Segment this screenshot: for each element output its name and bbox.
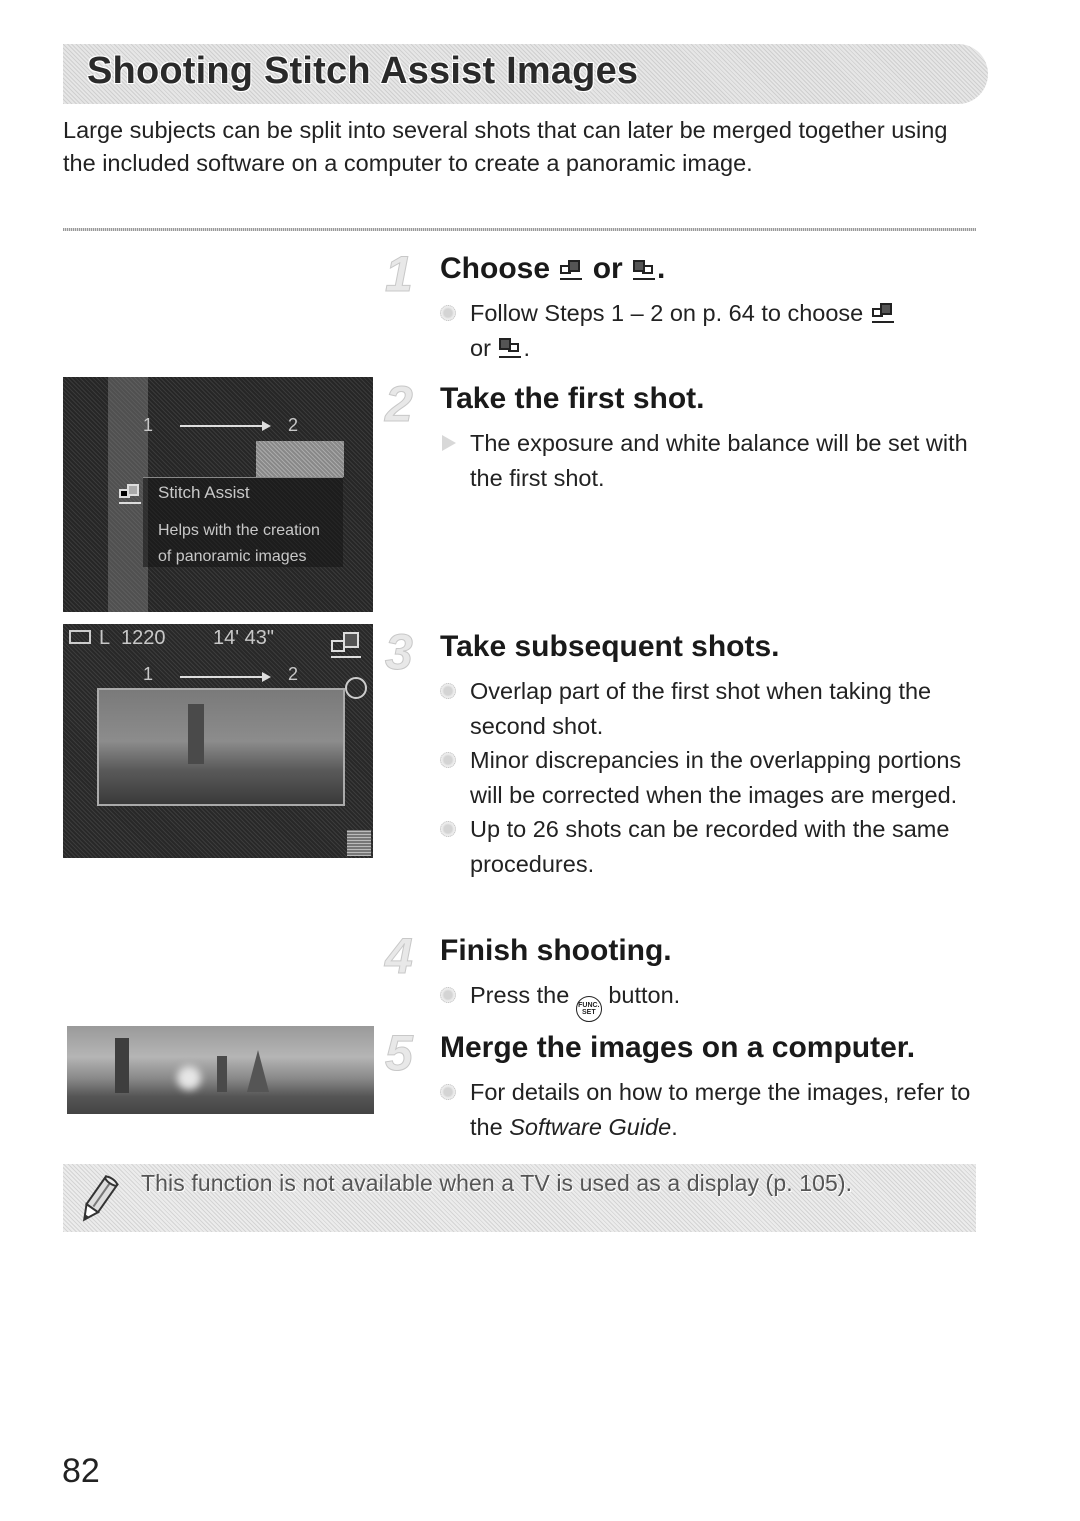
step-title-text: Choose — [440, 252, 551, 285]
result-triangle-icon — [442, 435, 456, 451]
camera-screen-stitch-menu: 1 2 Stitch Assist Helps with the creatio… — [63, 377, 373, 612]
intro-paragraph: Large subjects can be split into several… — [63, 117, 948, 176]
note-box: This function is not available when a TV… — [63, 1164, 976, 1232]
bullet-text: button. — [608, 982, 681, 1008]
panorama-spire — [247, 1050, 269, 1092]
step-2: 2 Take the first shot. The exposure and … — [385, 378, 985, 498]
direction-from: 1 — [143, 415, 154, 435]
section-title-banner: Shooting Stitch Assist Images — [63, 44, 988, 104]
bullet-text: Follow Steps 1 – 2 on p. 64 to choose — [470, 300, 864, 326]
bullet-circle-icon — [440, 752, 456, 768]
section-divider — [63, 228, 976, 231]
bullet-item: Minor discrepancies in the overlapping p… — [440, 743, 985, 812]
movie-time-remaining: 14' 43" — [213, 627, 274, 649]
step-number: 4 — [385, 928, 414, 984]
bullet-text: or — [470, 334, 491, 361]
menu-description-line1: Helps with the creation — [158, 522, 320, 539]
step-5: 5 Merge the images on a computer. For de… — [385, 1027, 985, 1157]
note-text: This function is not available when a TV… — [141, 1170, 853, 1196]
bullet-text: Press the — [470, 982, 570, 1008]
step-title-text: or — [592, 252, 623, 285]
panorama-building — [217, 1056, 227, 1092]
bullet-circle-icon — [440, 821, 456, 837]
step-title: Take subsequent shots. — [440, 630, 780, 663]
menu-description-line2: of panoramic images — [158, 548, 307, 565]
panorama-tower — [115, 1038, 129, 1093]
step-bullets: Overlap part of the first shot when taki… — [440, 674, 985, 881]
bullet-circle-icon — [440, 683, 456, 699]
step-number: 2 — [385, 376, 414, 432]
panorama-light — [177, 1066, 201, 1090]
preview-thumbnail — [256, 441, 344, 477]
software-guide-reference: Software Guide — [509, 1113, 672, 1140]
direction-to: 2 — [288, 664, 299, 684]
step-bullets: For details on how to merge the images, … — [440, 1075, 985, 1144]
bullet-circle-icon — [440, 987, 456, 1003]
direction-to: 2 — [288, 415, 299, 435]
step-title: Take the first shot. — [440, 382, 705, 415]
step-3: 3 Take subsequent shots. Overlap part of… — [385, 626, 985, 916]
direction-arrow-icon — [180, 676, 264, 678]
camera-screen-shooting: L 1220 14' 43" 1 2 — [63, 624, 373, 858]
step-4: 4 Finish shooting. Press the FUNC. SET bu… — [385, 928, 985, 1022]
stitch-mode-icon — [119, 484, 141, 504]
battery-icon — [69, 630, 91, 644]
stitch-frame — [97, 688, 345, 806]
step-1: 1 Choose or . Follow Steps 1 – 2 on p. 6… — [385, 248, 985, 368]
bullet-text: Overlap part of the first shot when taki… — [470, 678, 932, 739]
page-title: Shooting Stitch Assist Images — [87, 50, 639, 92]
bullet-item: For details on how to merge the images, … — [440, 1075, 985, 1144]
shots-remaining: 1220 — [121, 627, 166, 649]
bullet-circle-icon — [440, 305, 456, 321]
flash-off-icon — [345, 677, 367, 699]
stitch-left-to-right-icon — [560, 260, 583, 280]
menu-title: Stitch Assist — [158, 483, 250, 502]
set-label: SET — [582, 1009, 596, 1016]
step-number: 1 — [385, 246, 414, 302]
step-bullets: Press the FUNC. SET button. — [440, 978, 985, 1022]
stitch-assist-icon — [331, 632, 361, 660]
iso-auto-icon — [347, 830, 371, 856]
bullet-text: . — [671, 1113, 678, 1140]
step-number: 5 — [385, 1025, 414, 1081]
step-bullets: Follow Steps 1 – 2 on p. 64 to choose or… — [440, 296, 985, 365]
arrow-head-icon — [262, 421, 271, 431]
func-set-button-icon: FUNC. SET — [575, 996, 602, 1022]
step-title: Choose or . — [440, 252, 665, 286]
step-title: Finish shooting. — [440, 934, 672, 967]
stitch-right-to-left-icon — [499, 337, 522, 358]
step-number: 3 — [385, 624, 414, 680]
direction-from: 1 — [143, 664, 154, 684]
func-label: FUNC. — [578, 1002, 600, 1009]
bullet-item: Overlap part of the first shot when taki… — [440, 674, 985, 743]
scene-tower — [188, 704, 204, 764]
bullet-item: The exposure and white balance will be s… — [440, 426, 985, 495]
pencil-icon — [82, 1174, 119, 1222]
bullet-item: Up to 26 shots can be recorded with the … — [440, 812, 985, 881]
bullet-text: Up to 26 shots can be recorded with the … — [470, 816, 950, 877]
bullet-text: . — [523, 334, 530, 361]
stitch-left-to-right-icon — [871, 303, 894, 323]
bullet-circle-icon — [440, 1084, 456, 1100]
image-size: L — [99, 627, 111, 649]
step-bullets: The exposure and white balance will be s… — [440, 426, 985, 495]
bullet-text: Minor discrepancies in the overlapping p… — [470, 747, 962, 808]
direction-arrow-icon — [180, 425, 264, 427]
stitch-right-to-left-icon — [633, 260, 656, 280]
merged-panorama-image — [67, 1026, 374, 1114]
bullet-item: Press the FUNC. SET button. — [440, 978, 985, 1022]
step-title-text: . — [657, 252, 666, 285]
arrow-head-icon — [262, 672, 271, 682]
step-title: Merge the images on a computer. — [440, 1031, 916, 1064]
bullet-text: The exposure and white balance will be s… — [470, 430, 968, 491]
page-number: 82 — [62, 1452, 100, 1490]
bullet-item: Follow Steps 1 – 2 on p. 64 to choose or… — [440, 296, 985, 365]
